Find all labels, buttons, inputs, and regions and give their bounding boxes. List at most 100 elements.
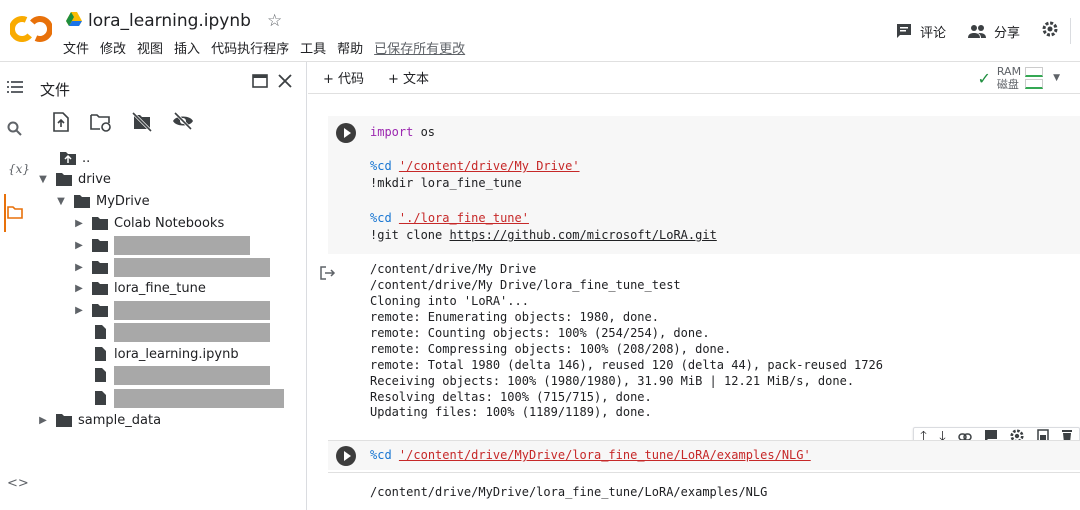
chevron-right-icon[interactable]: ▶ — [72, 218, 86, 229]
saved-status-link[interactable]: 已保存所有更改 — [374, 38, 465, 57]
chevron-right-icon[interactable]: ▶ — [72, 283, 86, 294]
upload-file-icon[interactable] — [52, 112, 70, 136]
menu-tools[interactable]: 工具 — [300, 38, 326, 57]
window-icon[interactable] — [252, 74, 268, 92]
folder-icon[interactable] — [7, 205, 25, 223]
chevron-right-icon[interactable]: ▶ — [72, 262, 86, 273]
colab-logo[interactable] — [9, 14, 53, 44]
tree-item-drive[interactable]: ▼ drive — [36, 168, 111, 190]
resource-indicator[interactable]: ✓ RAM 磁盘 ▼ — [977, 65, 1060, 91]
tree-label-parent: .. — [82, 150, 91, 166]
tree-item-sample-data[interactable]: ▶ sample_data — [36, 409, 161, 431]
tree-label-sample-data: sample_data — [78, 412, 162, 428]
output-line: /content/drive/My Drive — [370, 262, 537, 276]
code-line: %cd '/content/drive/My Drive' — [370, 159, 580, 173]
code-line: %cd '/content/drive/MyDrive/lora_fine_tu… — [370, 448, 811, 462]
tree-item-lora-fine-tune[interactable]: ▶ lora_fine_tune — [72, 277, 206, 299]
chevron-right-icon[interactable]: ▶ — [72, 240, 86, 251]
tree-item-redacted[interactable]: ▶ — [72, 256, 270, 278]
search-icon[interactable] — [7, 121, 25, 139]
code-line: import os — [370, 125, 436, 139]
redacted-name — [114, 322, 270, 342]
file-icon — [95, 368, 106, 382]
output-line: remote: Total 1980 (delta 146), reused 1… — [370, 358, 883, 372]
tree-label-drive: drive — [78, 171, 111, 187]
refresh-folder-icon[interactable] — [90, 112, 112, 136]
output-line: /content/drive/MyDrive/lora_fine_tune/Lo… — [370, 485, 768, 499]
folder-icon — [92, 217, 108, 230]
chevron-down-icon[interactable]: ▼ — [54, 196, 68, 207]
notebook-title[interactable]: lora_learning.ipynb — [88, 11, 251, 31]
comment-label: 评论 — [919, 25, 946, 41]
file-icon — [95, 391, 106, 405]
menu-help[interactable]: 帮助 — [337, 38, 363, 57]
tree-item-mydrive[interactable]: ▼ MyDrive — [54, 190, 150, 212]
tree-item-colab-notebooks[interactable]: ▶ Colab Notebooks — [72, 212, 224, 234]
output-line: Cloning into 'LoRA'... — [370, 294, 529, 308]
comment-button[interactable]: 评论 — [896, 22, 946, 41]
output-line: Receiving objects: 100% (1980/1980), 31.… — [370, 374, 855, 388]
code-cell-1[interactable]: import os %cd '/content/drive/My Drive' … — [328, 116, 1080, 254]
tree-item-notebook[interactable]: lora_learning.ipynb — [86, 343, 239, 365]
run-cell-button[interactable] — [336, 446, 356, 466]
menu-insert[interactable]: 插入 — [174, 38, 200, 57]
tree-item-redacted-file[interactable] — [86, 387, 284, 409]
header-divider — [1070, 18, 1080, 44]
tree-item-parent[interactable]: .. — [54, 147, 90, 169]
folder-icon — [92, 261, 108, 274]
folder-icon — [92, 304, 108, 317]
toc-icon[interactable] — [7, 80, 25, 98]
tree-label-mydrive: MyDrive — [96, 193, 150, 209]
output-line: remote: Counting objects: 100% (254/254)… — [370, 326, 710, 340]
folder-icon — [74, 195, 90, 208]
output-line: /content/drive/My Drive/lora_fine_tune_t… — [370, 278, 681, 292]
tree-item-redacted[interactable]: ▶ — [72, 299, 270, 321]
tree-item-redacted-file[interactable] — [86, 364, 270, 386]
code-line: !git clone https://github.com/microsoft/… — [370, 228, 717, 242]
cell-2-output: /content/drive/MyDrive/lora_fine_tune/Lo… — [328, 472, 1080, 510]
chevron-right-icon[interactable]: ▶ — [36, 415, 50, 426]
caret-down-icon[interactable]: ▼ — [1053, 73, 1060, 83]
code-cell-2[interactable]: %cd '/content/drive/MyDrive/lora_fine_tu… — [328, 440, 1080, 470]
menu-view[interactable]: 视图 — [137, 38, 163, 57]
redacted-name — [114, 300, 270, 320]
redacted-name — [114, 257, 270, 277]
file-icon — [95, 347, 106, 361]
folder-icon — [56, 414, 72, 427]
chevron-right-icon[interactable]: ▶ — [72, 305, 86, 316]
output-icon[interactable] — [320, 266, 336, 284]
share-button[interactable]: 分享 — [967, 22, 1020, 41]
tree-label-notebook: lora_learning.ipynb — [114, 346, 239, 362]
menu-file[interactable]: 文件 — [63, 38, 89, 57]
run-cell-button[interactable] — [336, 123, 356, 143]
add-text-button[interactable]: + 文本 — [388, 68, 429, 87]
menu-edit[interactable]: 修改 — [100, 38, 126, 57]
unmount-drive-icon[interactable] — [131, 111, 153, 136]
chevron-down-icon[interactable]: ▼ — [36, 174, 50, 185]
code-snippets-icon[interactable]: <> — [7, 476, 29, 494]
ram-label: RAM — [996, 65, 1022, 78]
hide-files-icon[interactable] — [172, 111, 194, 136]
check-icon: ✓ — [977, 68, 991, 88]
tree-item-redacted[interactable]: ▶ — [72, 234, 250, 256]
resource-bars — [1025, 66, 1044, 90]
file-icon — [95, 325, 106, 339]
header: lora_learning.ipynb ☆ 文件 修改 视图 插入 代码执行程序… — [0, 0, 1080, 62]
folder-up-icon — [60, 152, 76, 165]
active-indicator — [4, 194, 6, 232]
variables-icon[interactable]: {x} — [8, 162, 30, 180]
star-icon[interactable]: ☆ — [267, 11, 282, 31]
menu-runtime[interactable]: 代码执行程序 — [211, 38, 289, 57]
add-code-button[interactable]: + 代码 — [323, 68, 364, 87]
share-label: 分享 — [993, 25, 1020, 41]
close-icon[interactable] — [278, 74, 292, 92]
people-icon — [967, 25, 986, 38]
gear-icon[interactable] — [1042, 21, 1058, 41]
redacted-name — [114, 365, 270, 385]
tree-label-colab: Colab Notebooks — [114, 215, 225, 231]
file-panel: 文件 .. ▼ drive ▼ MyDrive ▶ Colab Notebook… — [32, 62, 307, 510]
code-line: %cd './lora_fine_tune' — [370, 211, 529, 225]
output-line: Updating files: 100% (1189/1189), done. — [370, 405, 652, 419]
tree-item-redacted-file[interactable] — [86, 321, 270, 343]
left-icon-rail: {x} <> — [0, 62, 32, 510]
